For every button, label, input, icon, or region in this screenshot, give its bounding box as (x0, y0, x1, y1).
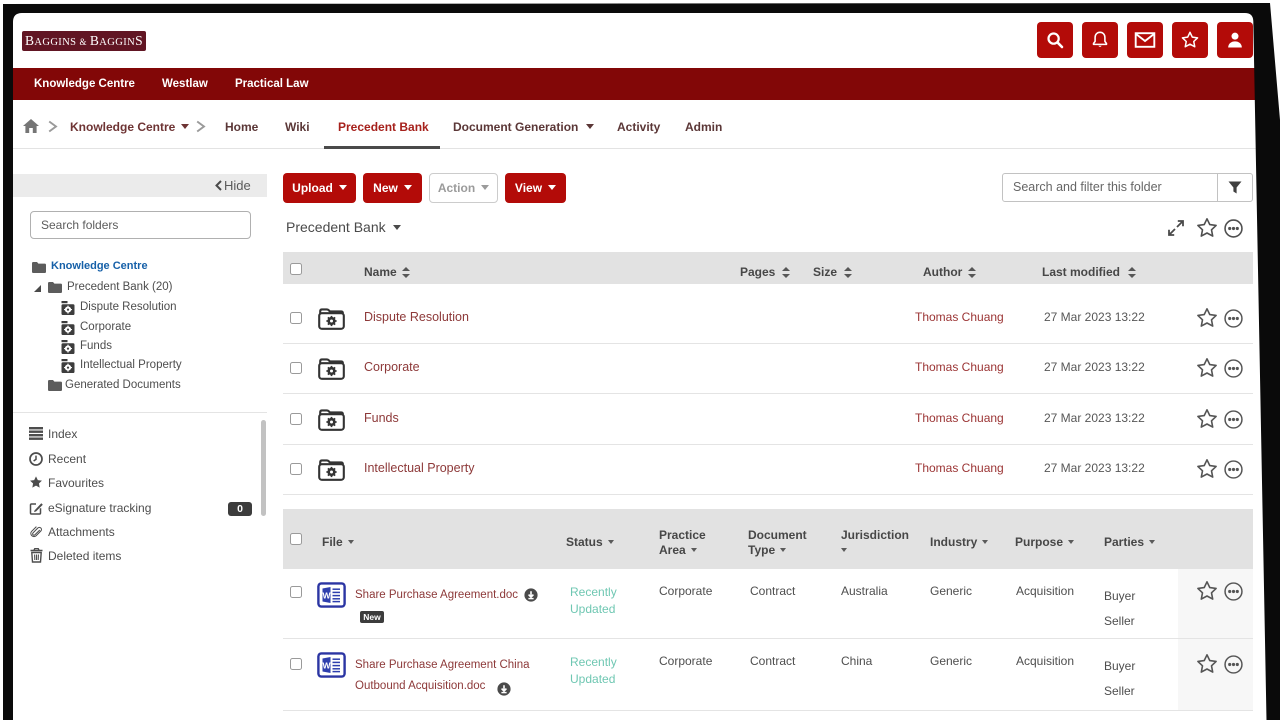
svg-text:W: W (322, 660, 331, 670)
svg-text:W: W (322, 590, 331, 600)
